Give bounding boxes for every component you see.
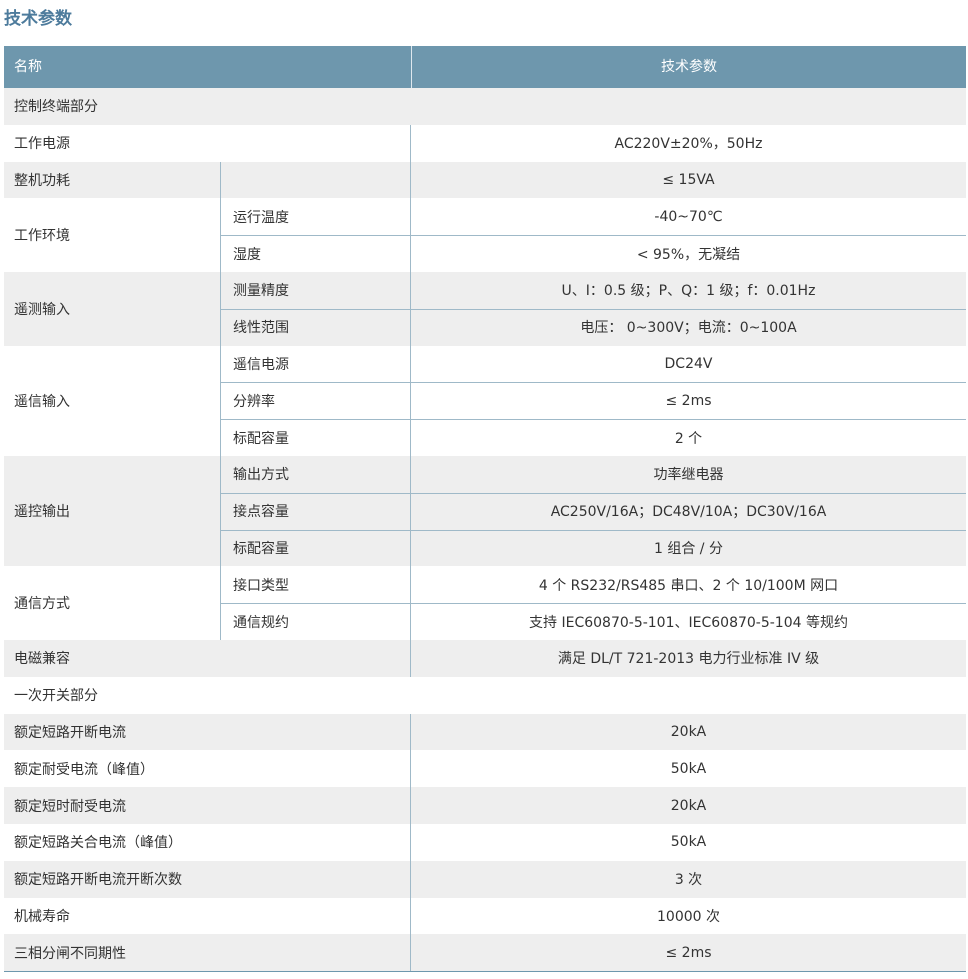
param-value: 满足 DL/T 721-2013 电力行业标准 IV 级 bbox=[557, 651, 820, 668]
param-name: 通信方式 bbox=[14, 596, 70, 613]
param-value: AC220V±20%，50Hz bbox=[614, 136, 763, 153]
param-value: 支持 IEC60870-5-101、IEC60870-5-104 等规约 bbox=[529, 614, 848, 631]
param-name: 控制终端部分 bbox=[14, 99, 98, 116]
param-value: DC24V bbox=[664, 355, 713, 372]
spec-table: 控制终端部分 工作电源 AC220V±20%，50Hz 整机功耗 ≤ 15VA 工作环境 运… bbox=[4, 88, 966, 974]
param-name: 额定短时耐受电流 bbox=[14, 798, 126, 815]
param-sub-label: 接口类型 bbox=[233, 577, 289, 594]
row-divider bbox=[220, 419, 966, 421]
param-value: 3 次 bbox=[674, 872, 703, 889]
param-value: 20kA bbox=[670, 797, 707, 814]
param-name: 整机功耗 bbox=[14, 172, 70, 189]
param-sub-label: 接点容量 bbox=[233, 504, 289, 521]
param-value: 电压： 0~300V；电流：0~100A bbox=[580, 320, 797, 337]
param-sub-label: 标配容量 bbox=[233, 430, 289, 447]
header-value: 技术参数 bbox=[411, 46, 966, 88]
param-name: 三相分闸不同期性 bbox=[14, 945, 126, 962]
param-value: 4 个 RS232/RS485 串口、2 个 10/100M 网口 bbox=[538, 577, 839, 594]
param-name: 工作电源 bbox=[14, 136, 70, 153]
row-divider bbox=[220, 492, 966, 494]
param-value: ≤ 2ms bbox=[665, 944, 712, 961]
row-divider bbox=[220, 603, 966, 605]
param-name: 一次开关部分 bbox=[14, 688, 98, 705]
param-name: 机械寿命 bbox=[14, 908, 70, 925]
param-name: 工作环境 bbox=[14, 228, 70, 245]
param-value: AC250V/16A；DC48V/10A；DC30V/16A bbox=[550, 504, 827, 521]
param-sub-label: 通信规约 bbox=[233, 614, 289, 631]
row-divider bbox=[220, 529, 966, 531]
param-name: 遥测输入 bbox=[14, 301, 70, 318]
param-sub-label: 运行温度 bbox=[233, 209, 289, 226]
param-value: 功率继电器 bbox=[653, 467, 724, 484]
param-name: 电磁兼容 bbox=[14, 651, 70, 668]
param-value: 2 个 bbox=[674, 430, 703, 447]
param-value: U、I：0.5 级；P、Q：1 级；f：0.01Hz bbox=[561, 283, 816, 300]
param-sub-label: 遥信电源 bbox=[233, 356, 289, 373]
column-divider bbox=[220, 161, 221, 199]
param-value: 10000 次 bbox=[657, 908, 720, 925]
row-divider bbox=[220, 382, 966, 384]
param-name: 额定耐受电流（峰值） bbox=[14, 761, 154, 778]
header-name: 名称 bbox=[14, 59, 42, 75]
param-sub-label: 分辨率 bbox=[233, 393, 275, 410]
row-divider bbox=[220, 308, 966, 310]
param-sub-label: 输出方式 bbox=[233, 467, 289, 484]
param-value: -40~70℃ bbox=[654, 208, 723, 225]
row-divider bbox=[220, 235, 966, 237]
table-header: 名称 技术参数 bbox=[4, 46, 966, 88]
param-name: 额定短路开断电流开断次数 bbox=[14, 872, 182, 889]
param-value: ≤ 2ms bbox=[665, 392, 712, 409]
param-value: ≤ 15VA bbox=[662, 171, 715, 188]
param-value: 1 组合 / 分 bbox=[654, 540, 723, 557]
section-title: 技术参数 bbox=[4, 9, 72, 29]
param-value: < 95%，无凝结 bbox=[636, 246, 741, 263]
param-value: 20kA bbox=[670, 723, 707, 740]
param-sub-label: 测量精度 bbox=[233, 283, 289, 300]
param-name: 遥控输出 bbox=[14, 504, 70, 521]
param-sub-label: 湿度 bbox=[233, 246, 261, 263]
param-value: 50kA bbox=[670, 834, 707, 851]
param-name: 额定短路关合电流（峰值） bbox=[14, 835, 182, 852]
table-bottom-border bbox=[4, 971, 966, 973]
param-name: 额定短路开断电流 bbox=[14, 724, 126, 741]
param-name: 遥信输入 bbox=[14, 393, 70, 410]
param-value: 50kA bbox=[670, 760, 707, 777]
param-sub-label: 线性范围 bbox=[233, 320, 289, 337]
param-sub-label: 标配容量 bbox=[233, 540, 289, 557]
